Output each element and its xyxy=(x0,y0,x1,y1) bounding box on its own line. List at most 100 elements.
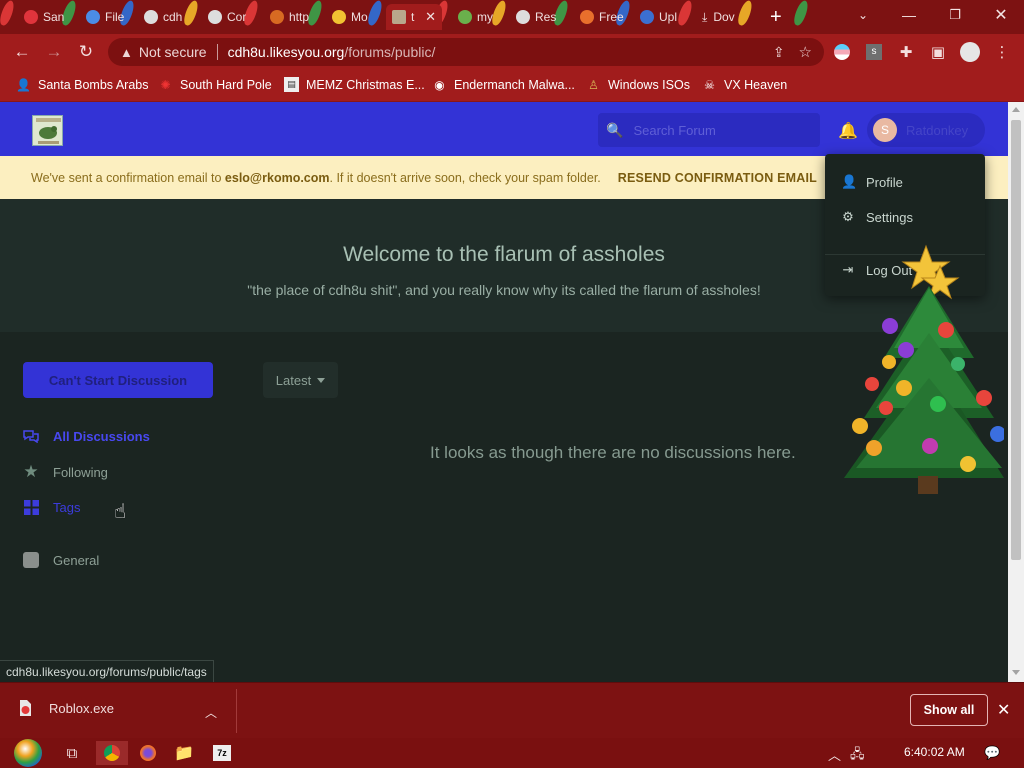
close-tab-icon[interactable]: ✕ xyxy=(425,9,436,25)
skull-icon: ☠ xyxy=(704,77,715,92)
raccoon-icon: ◉ xyxy=(434,77,445,92)
bookmark-item[interactable]: ♙ Windows ISOs xyxy=(586,77,690,92)
warning-icon[interactable]: ▲ xyxy=(120,45,133,60)
new-tab-button[interactable]: + xyxy=(770,4,782,30)
caret-down-icon xyxy=(317,377,326,383)
browser-tab[interactable]: Mo xyxy=(332,4,368,30)
sort-dropdown[interactable]: Latest xyxy=(263,362,338,398)
figure-icon: ♙ xyxy=(588,77,599,92)
browser-tab[interactable]: Upl xyxy=(640,4,677,30)
scroll-down-arrow-icon[interactable] xyxy=(1012,670,1020,675)
bookmarks-bar: 👤 Santa Bombs Arabs ✺ South Hard Pole ▤ MEM… xyxy=(0,70,1024,102)
alert-email: eslo@rkomo.com xyxy=(224,170,330,185)
reload-icon[interactable]: ↻ xyxy=(74,40,98,64)
download-item[interactable]: Roblox.exe xyxy=(16,699,114,717)
browser-tab-active[interactable]: t ✕ xyxy=(386,4,442,30)
tab-favicon xyxy=(332,10,346,24)
notifications-bell-icon[interactable]: 🔔 xyxy=(838,121,858,141)
extension-flag-icon[interactable] xyxy=(832,42,852,62)
christmas-light-decoration xyxy=(735,0,755,27)
sidebar-tag-general[interactable]: General xyxy=(23,552,99,568)
browser-toolbar: ← → ↻ ▲ Not secure cdh8u.likesyou.org/fo… xyxy=(0,34,1024,70)
chevron-up-icon[interactable]: ︿ xyxy=(205,704,217,721)
extension-s-icon[interactable]: s xyxy=(864,42,884,62)
sidebar-item-tags[interactable]: Tags xyxy=(23,499,80,515)
show-all-downloads-button[interactable]: Show all xyxy=(910,694,988,726)
link-status-tooltip: cdh8u.likesyou.org/forums/public/tags xyxy=(0,660,214,682)
scrollbar-thumb[interactable] xyxy=(1011,120,1021,560)
browser-tab[interactable]: San xyxy=(24,4,64,30)
tag-color-swatch xyxy=(23,552,39,568)
avatar: S xyxy=(873,118,897,142)
search-placeholder: Search Forum xyxy=(633,122,716,138)
chrome-menu-icon[interactable]: ⋮ xyxy=(992,42,1012,62)
hand-cursor-icon: ☝ xyxy=(114,501,127,523)
back-icon[interactable]: ← xyxy=(10,40,34,64)
omnibox-divider xyxy=(216,44,218,60)
bookmark-item[interactable]: ▤ MEMZ Christmas E... xyxy=(284,77,425,92)
chrome-app-icon[interactable] xyxy=(96,741,128,765)
resend-confirmation-button[interactable]: RESEND CONFIRMATION EMAIL xyxy=(618,171,817,185)
network-icon[interactable]: 🖧 xyxy=(850,745,865,767)
browser-tab[interactable]: Cor xyxy=(208,4,246,30)
page-viewport: 🔍 Search Forum 🔔 S Ratdonkey We've sent … xyxy=(0,102,1008,682)
search-input[interactable]: 🔍 Search Forum xyxy=(598,113,820,147)
7zip-app-icon[interactable]: 7z xyxy=(206,741,238,765)
scroll-up-arrow-icon[interactable] xyxy=(1012,107,1020,112)
browser-tab[interactable]: Res xyxy=(516,4,556,30)
share-icon[interactable]: ⇪ xyxy=(773,44,785,61)
url-path[interactable]: /forums/public/ xyxy=(344,44,435,60)
bookmark-item[interactable]: ✺ South Hard Pole xyxy=(158,77,271,92)
url-host[interactable]: cdh8u.likesyou.org xyxy=(228,44,345,60)
tab-favicon xyxy=(392,10,406,24)
taskbar-clock[interactable]: 6:40:02 AM xyxy=(904,745,965,759)
browser-tab[interactable]: Free xyxy=(580,4,624,30)
tab-search-icon[interactable]: ⌄ xyxy=(840,0,886,30)
close-window-icon[interactable]: ✕ xyxy=(978,0,1024,30)
sidebar-item-all-discussions[interactable]: All Discussions xyxy=(23,428,150,444)
menu-item-settings[interactable]: ⚙ Settings xyxy=(841,209,913,225)
file-explorer-icon[interactable]: 📁 xyxy=(168,741,200,765)
bookmark-item[interactable]: ☠ VX Heaven xyxy=(702,77,787,92)
bookmark-item[interactable]: ◉ Endermanch Malwa... xyxy=(432,77,575,92)
christmas-light-decoration xyxy=(0,0,17,27)
browser-tab[interactable]: ⤓ Dov xyxy=(702,4,735,30)
bookmark-star-icon[interactable]: ☆ xyxy=(799,43,812,61)
side-panel-icon[interactable]: ▣ xyxy=(928,42,948,62)
profile-avatar-icon[interactable] xyxy=(960,42,980,62)
restore-icon[interactable]: ❐ xyxy=(932,0,978,30)
extensions-puzzle-icon[interactable]: ✚ xyxy=(896,42,916,62)
tab-favicon xyxy=(640,10,654,24)
download-filename: Roblox.exe xyxy=(49,700,115,716)
notifications-center-icon[interactable]: 💬 xyxy=(984,745,1000,761)
sidebar-item-following[interactable]: ★ Following xyxy=(23,462,108,481)
screen: San File cdh Cor http Mo t ✕ my Res Free … xyxy=(0,0,1024,768)
address-bar[interactable]: ▲ Not secure cdh8u.likesyou.org/forums/p… xyxy=(108,38,824,66)
task-view-icon[interactable]: ⧉ xyxy=(56,741,88,765)
close-downloads-icon[interactable]: ✕ xyxy=(997,700,1010,720)
window-icon: ▤ xyxy=(284,77,299,92)
browser-tab[interactable]: cdh xyxy=(144,4,182,30)
bookmark-item[interactable]: 👤 Santa Bombs Arabs xyxy=(16,77,148,92)
comments-icon xyxy=(23,428,39,444)
tags-grid-icon xyxy=(23,499,39,515)
browser-tab[interactable]: File xyxy=(86,4,124,30)
start-discussion-button[interactable]: Can't Start Discussion xyxy=(23,362,213,398)
forum-logo[interactable] xyxy=(32,115,63,146)
security-label[interactable]: Not secure xyxy=(139,44,207,60)
browser-tab[interactable]: http xyxy=(270,4,309,30)
roblox-file-icon xyxy=(20,700,31,716)
tab-favicon xyxy=(580,10,594,24)
tray-overflow-icon[interactable]: ︿ xyxy=(828,745,841,764)
forward-icon[interactable]: → xyxy=(42,40,66,64)
christmas-light-decoration xyxy=(181,0,201,27)
page-scrollbar[interactable] xyxy=(1008,102,1024,682)
firefox-app-icon[interactable] xyxy=(132,741,164,765)
menu-item-profile[interactable]: 👤 Profile xyxy=(841,174,903,190)
start-orb-icon[interactable] xyxy=(10,739,46,767)
christmas-light-decoration xyxy=(791,0,811,27)
minimize-icon[interactable]: — xyxy=(886,0,932,30)
user-menu-button[interactable]: S Ratdonkey xyxy=(867,113,985,147)
alert-text: We've sent a confirmation email to eslo@… xyxy=(31,170,601,185)
browser-tab[interactable]: my xyxy=(458,4,493,30)
